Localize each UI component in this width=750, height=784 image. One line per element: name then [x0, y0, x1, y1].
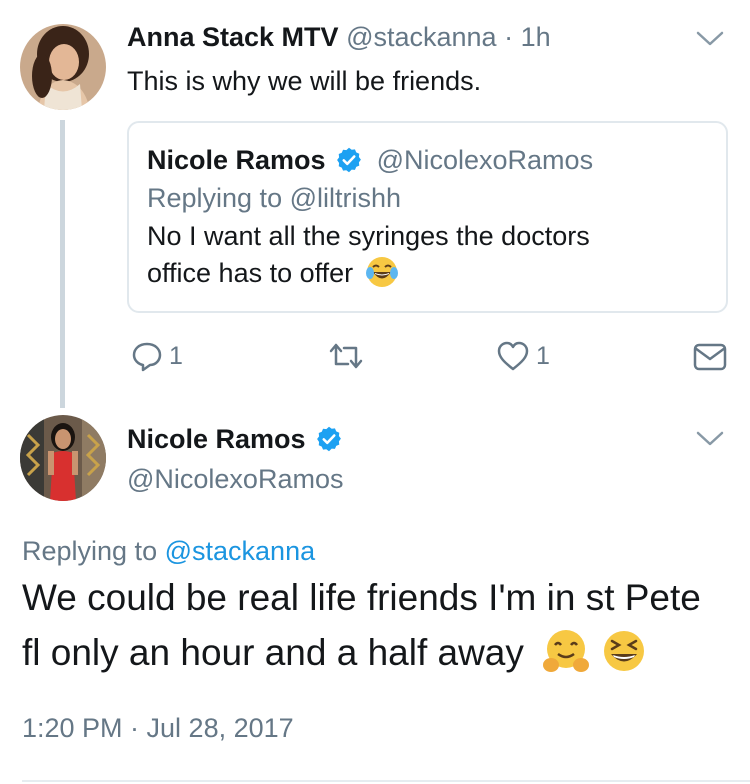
- tweet2-replying-handle[interactable]: @stackanna: [165, 536, 316, 566]
- quoted-author-name[interactable]: Nicole Ramos: [147, 145, 326, 175]
- tweet1-text: This is why we will be friends.: [127, 66, 482, 96]
- direct-message-button[interactable]: [693, 342, 727, 372]
- grinning-squinting-emoji: [604, 631, 645, 672]
- tweet2-author-handle[interactable]: @NicolexoRamos: [127, 464, 343, 495]
- quoted-replying-handle[interactable]: @liltrishh: [290, 183, 401, 213]
- verified-badge-icon: [317, 426, 341, 452]
- verified-badge-icon: [337, 147, 361, 173]
- reply-icon: [132, 342, 162, 372]
- laughing-tears-emoji: [365, 256, 398, 287]
- hugging-face-emoji: [543, 630, 590, 673]
- quoted-tweet-card[interactable]: Nicole Ramos @NicolexoRamos Replying to …: [127, 121, 728, 313]
- tweet2-timestamp: 1:20 PM · Jul 28, 2017: [22, 713, 294, 743]
- tweet2-replying-label: Replying to: [22, 536, 158, 566]
- tweet2-text-line2: fl only an hour and a half away: [22, 632, 524, 673]
- like-button[interactable]: 1: [496, 340, 550, 372]
- thread-connector-line: [60, 120, 65, 408]
- tweet1-time[interactable]: 1h: [521, 22, 551, 52]
- quoted-text-line1: No I want all the syringes the doctors: [147, 221, 590, 251]
- quoted-replying-label: Replying to: [147, 183, 283, 213]
- reply-button[interactable]: 1: [131, 340, 183, 372]
- tweet1-author-name[interactable]: Anna Stack MTV: [127, 22, 339, 52]
- like-count: 1: [536, 341, 550, 370]
- tweet1-author-handle[interactable]: @stackanna: [346, 22, 497, 52]
- avatar-anna[interactable]: [20, 24, 106, 110]
- bottom-divider: [22, 780, 750, 782]
- quoted-author-handle[interactable]: @NicolexoRamos: [377, 145, 593, 175]
- retweet-icon: [329, 343, 363, 369]
- like-icon: [497, 341, 529, 371]
- tweet2-author-name[interactable]: Nicole Ramos: [127, 424, 306, 454]
- retweet-button[interactable]: [328, 342, 364, 370]
- chevron-down-icon[interactable]: [696, 30, 724, 48]
- reply-count: 1: [169, 341, 183, 370]
- tweet2-text-line1: We could be real life friends I'm in st …: [22, 577, 701, 618]
- avatar-nicole[interactable]: [20, 415, 106, 501]
- chevron-down-icon[interactable]: [696, 430, 724, 448]
- tweet1-separator: ·: [504, 22, 514, 52]
- quoted-text-line2: office has to offer: [147, 258, 354, 288]
- direct-message-icon: [693, 343, 727, 371]
